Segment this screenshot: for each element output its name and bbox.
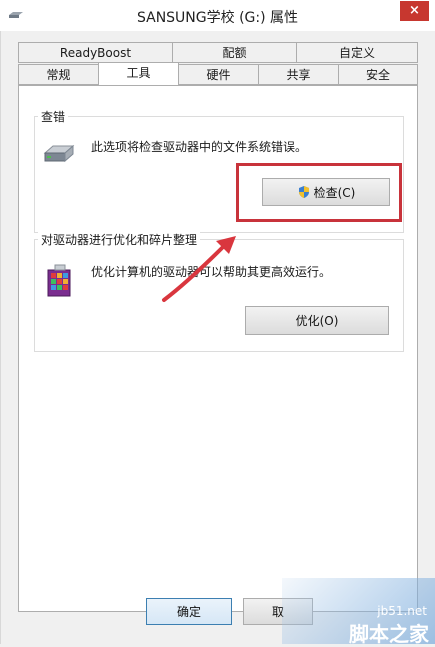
watermark: jb51.net 脚本之家 bbox=[282, 578, 435, 646]
title-bar: SANSUNG学校 (G:) 属性 × bbox=[0, 0, 435, 32]
tab-customize[interactable]: 自定义 bbox=[296, 42, 418, 63]
tab-sharing[interactable]: 共享 bbox=[258, 64, 339, 85]
error-check-title: 查错 bbox=[38, 108, 69, 125]
close-button[interactable]: × bbox=[400, 1, 429, 21]
error-check-description: 此选项将检查驱动器中的文件系统错误。 bbox=[91, 140, 308, 154]
dialog-body: ReadyBoost 配额 自定义 常规 工具 硬件 共享 安全 查错 此选项将… bbox=[0, 31, 435, 644]
tab-readyboost[interactable]: ReadyBoost bbox=[18, 42, 173, 63]
ok-button[interactable]: 确定 bbox=[146, 598, 232, 625]
tab-security[interactable]: 安全 bbox=[338, 64, 418, 85]
annotation-arrow bbox=[162, 236, 236, 302]
watermark-site: jb51.net bbox=[377, 604, 427, 618]
tab-tools[interactable]: 工具 bbox=[98, 62, 179, 85]
defrag-icon bbox=[47, 264, 71, 297]
tab-general[interactable]: 常规 bbox=[18, 64, 99, 85]
hard-drive-icon bbox=[43, 144, 75, 163]
highlight-box bbox=[236, 163, 402, 222]
optimize-button[interactable]: 优化(O) bbox=[245, 306, 389, 335]
tab-hardware[interactable]: 硬件 bbox=[178, 64, 259, 85]
tab-quota[interactable]: 配额 bbox=[172, 42, 297, 63]
window-title: SANSUNG学校 (G:) 属性 bbox=[136, 10, 299, 26]
watermark-name: 脚本之家 bbox=[349, 622, 429, 646]
